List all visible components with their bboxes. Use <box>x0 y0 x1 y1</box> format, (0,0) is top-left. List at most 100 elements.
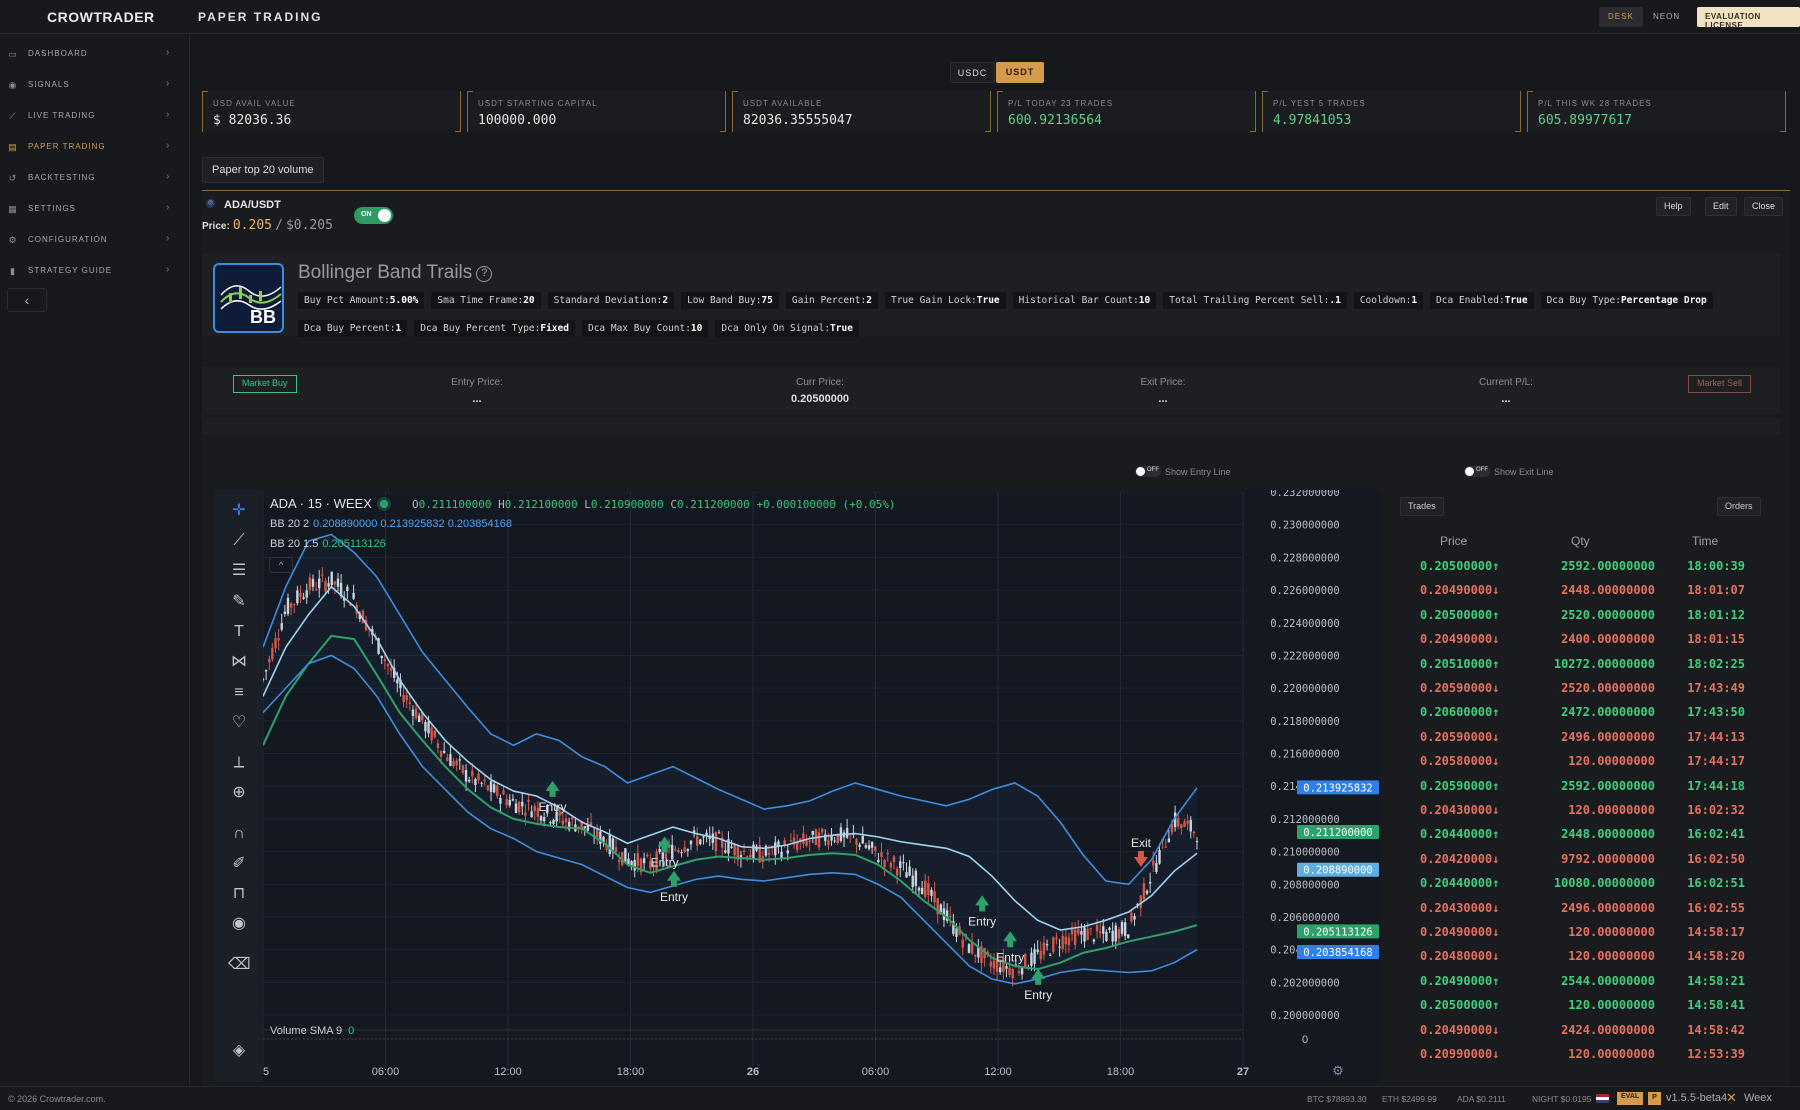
candle-body <box>1130 912 1133 922</box>
lock-icon[interactable]: ⊓ <box>228 883 250 905</box>
brush-icon[interactable]: ✎ <box>228 591 250 613</box>
candle-body <box>767 852 771 855</box>
crosshair-icon[interactable]: ✛ <box>228 500 250 522</box>
candle-body <box>1061 935 1064 949</box>
sidebar-item-settings[interactable]: ▦ SETTINGS › <box>0 194 190 225</box>
chevron-right-icon: › <box>166 109 170 120</box>
table-row: 0.20490000↓ 2400.00000000 18:01:15 <box>1395 632 1755 656</box>
candle-body <box>908 866 911 876</box>
trade-time: 17:44:13 <box>1687 729 1745 744</box>
horizontal-lines-icon[interactable]: ☰ <box>228 560 250 582</box>
trash-icon[interactable]: ⌫ <box>228 954 251 976</box>
sidebar-item-dashboard[interactable]: ▭ DASHBOARD › <box>0 39 190 70</box>
tab-orders[interactable]: Orders <box>1717 497 1761 516</box>
eye-icon[interactable]: ◉ <box>228 913 250 935</box>
chart-settings-icon[interactable]: ⚙ <box>1332 1063 1344 1078</box>
candle-body <box>817 832 821 848</box>
candle-body <box>1092 939 1096 942</box>
stat-card: P/L THIS WK 28 TRADES 605.89977617 <box>1527 91 1786 132</box>
candle-body <box>608 835 611 855</box>
p-badge: P <box>1648 1092 1661 1105</box>
collapse-legend-button[interactable]: ^ <box>269 557 293 573</box>
market-sell-button[interactable]: Market Sell <box>1688 375 1752 393</box>
table-row: 0.20430000↓ 2496.00000000 16:02:55 <box>1395 901 1755 925</box>
sidebar-item-paper-trading[interactable]: ▤ PAPER TRADING › <box>0 132 190 163</box>
close-button[interactable]: Close <box>1744 197 1784 216</box>
sidebar-item-strategy-guide[interactable]: ▮ STRATEGY GUIDE › <box>0 256 190 287</box>
theme-neon-button[interactable]: NEON <box>1644 7 1689 27</box>
candle-body <box>324 580 327 592</box>
bb-20-2-legend[interactable]: BB 20 2 0.208890000 0.213925832 0.2038541… <box>270 518 512 530</box>
app-logo[interactable]: CROWTRADER <box>47 9 155 25</box>
layers-icon[interactable]: ◈ <box>228 1040 250 1062</box>
magnet-icon[interactable]: ∩ <box>228 823 250 845</box>
candle-body <box>271 647 274 660</box>
help-button[interactable]: Help <box>1656 197 1691 216</box>
y-tick-label: 0.224000000 <box>1270 618 1340 630</box>
candle-body <box>408 702 412 704</box>
currency-usdc-button[interactable]: USDC <box>950 62 995 83</box>
currency-usdt-button[interactable]: USDT <box>996 62 1044 83</box>
strategy-group-tab[interactable]: Paper top 20 volume <box>202 157 324 183</box>
trade-qty: 120.00000000 <box>1568 949 1655 964</box>
ada-coin-icon: ◎ <box>206 199 215 208</box>
evaluation-license-button[interactable]: EVALUATION LICENSE <box>1697 7 1800 30</box>
candle-body <box>867 845 871 849</box>
candle-body <box>880 852 883 857</box>
eval-badge: EVAL <box>1617 1092 1644 1105</box>
price-chart[interactable]: 25 06:00 12:00 18:00 26 06:00 12:00 18:00 27 0.23… <box>215 487 1380 1082</box>
candle-body <box>933 891 936 903</box>
candle-body <box>411 709 415 716</box>
trade-qty: 2496.00000000 <box>1561 729 1655 744</box>
sidebar-item-backtesting[interactable]: ↺ BACKTESTING › <box>0 163 190 194</box>
candle-body <box>1152 860 1155 866</box>
table-row: 0.20480000↓ 120.00000000 14:58:20 <box>1395 949 1755 973</box>
trade-qty: 9792.00000000 <box>1561 851 1655 866</box>
trade-price: 0.20590000↓ <box>1420 729 1500 744</box>
candle-body <box>949 915 952 918</box>
fib-icon[interactable]: ≡ <box>228 682 250 704</box>
market-buy-button[interactable]: Market Buy <box>233 375 297 393</box>
pattern-icon[interactable]: ⋈ <box>228 651 250 673</box>
trend-line-icon[interactable]: ⟋ <box>228 530 250 552</box>
candle-body <box>917 887 921 891</box>
sidebar-item-signals[interactable]: ◉ SIGNALS › <box>0 70 190 101</box>
candle-body <box>870 841 874 848</box>
edit-button[interactable]: Edit <box>1705 197 1737 216</box>
trade-qty: 2520.00000000 <box>1561 607 1655 622</box>
y-tick-label: 0.222000000 <box>1270 650 1340 662</box>
sidebar-item-live-trading[interactable]: ⟋ LIVE TRADING › <box>0 101 190 132</box>
volume-sma-legend[interactable]: Volume SMA 90 <box>270 1025 354 1037</box>
curr-price-label: Curr Price: <box>796 377 844 388</box>
show-entry-line-toggle[interactable]: OFF Show Entry Line <box>1135 466 1231 477</box>
trade-qty: 2544.00000000 <box>1561 973 1655 988</box>
help-circle-icon[interactable]: ? <box>476 266 493 282</box>
sidebar-item-configuration[interactable]: ⚙ CONFIGURATION › <box>0 225 190 256</box>
candle-body <box>561 820 565 825</box>
theme-desk-button[interactable]: DESK <box>1599 7 1643 27</box>
text-icon[interactable]: T <box>228 621 250 643</box>
bot-enabled-toggle[interactable]: ON <box>354 207 393 224</box>
sidebar-collapse-button[interactable]: ‹ <box>7 288 47 312</box>
zoom-in-icon[interactable]: ⊕ <box>228 782 250 804</box>
candle-body <box>1005 966 1008 969</box>
candle-body <box>961 939 964 948</box>
sidebar-item-label: SIGNALS <box>28 80 70 89</box>
candle-body <box>427 721 430 734</box>
ruler-icon[interactable]: ⟂ <box>228 752 250 774</box>
candle-body <box>511 798 515 801</box>
trade-qty: 2520.00000000 <box>1561 681 1655 695</box>
pencil-lock-icon[interactable]: ✐ <box>228 853 250 875</box>
show-exit-line-toggle[interactable]: OFF Show Exit Line <box>1464 466 1554 477</box>
candle-body <box>327 583 330 587</box>
ohlc-readout: O0.211100000 H0.212100000 L0.210900000 C… <box>412 498 896 511</box>
y-tick-label: 0.232000000 <box>1270 490 1340 499</box>
heart-icon[interactable]: ♡ <box>228 712 250 734</box>
bb-20-1.5-legend[interactable]: BB 20 1.5 0.205113126 <box>270 538 386 550</box>
chart-symbol[interactable]: ADA · 15 · WEEX <box>270 496 398 511</box>
tab-trades[interactable]: Trades <box>1400 497 1444 516</box>
chart-canvas[interactable]: 25 06:00 12:00 18:00 26 06:00 12:00 18:00 270.23… <box>215 487 1380 1082</box>
trade-time: 14:58:17 <box>1687 925 1745 939</box>
candle-body <box>702 836 705 838</box>
table-row: 0.20440000↑ 2448.00000000 16:02:41 <box>1395 827 1755 851</box>
